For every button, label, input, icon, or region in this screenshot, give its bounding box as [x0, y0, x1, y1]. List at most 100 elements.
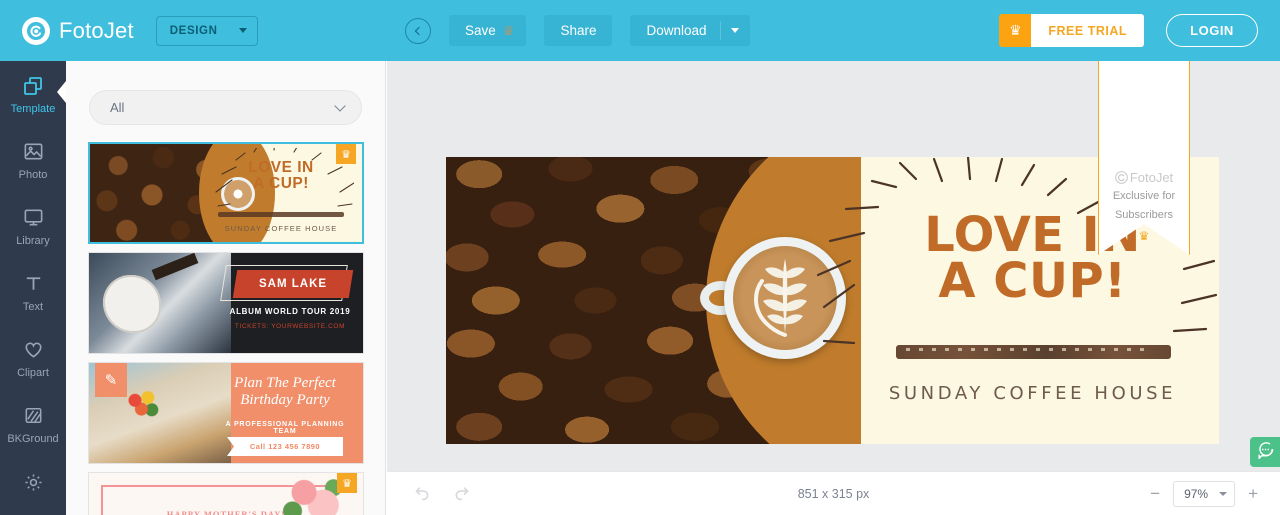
- template-panel: All LOVE IN A CUP! SUNDAY COFFEE HOUSE ♛…: [66, 61, 386, 515]
- sidebar-item-photo[interactable]: Photo: [0, 127, 66, 193]
- sidebar-item-clipart[interactable]: Clipart: [0, 325, 66, 391]
- ribbon-line1: Exclusive for: [1112, 190, 1176, 202]
- login-label: LOGIN: [1190, 23, 1234, 38]
- caret-down-icon: [1219, 491, 1228, 496]
- settings-button[interactable]: [0, 463, 66, 507]
- left-sidebar: Template Photo Library Text Clipart BKGr…: [0, 61, 66, 515]
- thumb-title: SAM LAKE: [258, 278, 328, 290]
- gear-icon: [22, 471, 45, 499]
- sidebar-item-label: Photo: [18, 168, 48, 181]
- template-thumb-sam-lake[interactable]: SAM LAKE ALBUM WORLD TOUR 2019 TICKETS: …: [88, 252, 364, 354]
- ribbon-brand: FotoJet: [1129, 170, 1174, 185]
- photo-icon: [22, 140, 45, 164]
- back-button[interactable]: [405, 17, 431, 44]
- save-label: Save: [465, 23, 496, 38]
- crown-icon: ♛: [1138, 228, 1150, 243]
- redo-button[interactable]: [453, 484, 473, 504]
- download-dropdown-button[interactable]: [721, 15, 750, 46]
- top-toolbar: FotoJet DESIGN Save ♕ Share Download ♛ F…: [0, 0, 1280, 61]
- undo-button[interactable]: [411, 484, 431, 504]
- template-thumb-birthday-party[interactable]: ✎ Plan The Perfect Birthday Party A PROF…: [88, 362, 364, 464]
- ribbon-content: FotoJet Exclusive for Subscribers ♛: [1098, 170, 1190, 243]
- template-list: LOVE IN A CUP! SUNDAY COFFEE HOUSE ♛ SAM…: [66, 142, 385, 515]
- caret-down-icon: [731, 28, 740, 33]
- thumb-title-line1: Plan The Perfect: [234, 375, 336, 391]
- exclusive-subscriber-ribbon[interactable]: FotoJet Exclusive for Subscribers ♛: [1098, 61, 1190, 258]
- free-trial-button[interactable]: ♛ FREE TRIAL: [999, 14, 1144, 47]
- sidebar-item-label: Template: [10, 102, 56, 115]
- guitar-body: [103, 275, 162, 333]
- download-label: Download: [646, 23, 707, 38]
- guitar-neck: [151, 253, 199, 281]
- fotojet-logo-icon: [22, 16, 50, 45]
- sidebar-item-label: Library: [16, 234, 50, 247]
- login-button[interactable]: LOGIN: [1166, 14, 1258, 47]
- free-trial-label: FREE TRIAL: [1031, 14, 1144, 47]
- fotojet-editor-window: FotoJet DESIGN Save ♕ Share Download ♛ F…: [0, 0, 1280, 515]
- background-icon: [22, 404, 45, 428]
- sidebar-item-template[interactable]: Template: [0, 61, 66, 127]
- history-controls: [411, 484, 473, 504]
- brush-stroke-divider: [896, 345, 1171, 359]
- canvas-subtitle[interactable]: SUNDAY COFFEE HOUSE: [846, 383, 1219, 404]
- thumb-url: TICKETS: YOURWEBSITE.COM: [234, 323, 346, 330]
- text-icon: [22, 272, 45, 296]
- thumb-title: Plan The Perfect Birthday Party: [215, 375, 355, 410]
- template-thumb-love-in-a-cup[interactable]: LOVE IN A CUP! SUNDAY COFFEE HOUSE ♛: [88, 142, 364, 244]
- chevron-left-icon: [414, 26, 424, 35]
- design-mode-label: DESIGN: [169, 24, 218, 37]
- design-mode-button[interactable]: DESIGN: [155, 15, 258, 46]
- ribbon-line2: Subscribers: [1114, 208, 1174, 221]
- brand-zone: FotoJet DESIGN: [0, 0, 388, 61]
- caret-down-icon: [238, 28, 247, 33]
- thumb-ribbon-text: Call 123 456 7890: [249, 442, 321, 451]
- premium-crown-icon: ♛: [336, 144, 356, 164]
- crown-icon: ♛: [999, 14, 1032, 47]
- thumb-title-line2: Birthday Party: [240, 392, 330, 409]
- template-category-value: All: [110, 100, 125, 115]
- share-button[interactable]: Share: [544, 15, 613, 46]
- thumb-subtitle: SUNDAY COFFEE HOUSE: [224, 224, 338, 233]
- template-icon: [21, 74, 45, 98]
- clipart-heart-icon: [22, 338, 45, 362]
- thumb-subtitle: ALBUM WORLD TOUR 2019: [229, 307, 351, 316]
- sidebar-item-label: Text: [22, 300, 44, 313]
- zoom-out-button[interactable]: −: [1150, 485, 1160, 502]
- support-chat-button[interactable]: [1250, 437, 1280, 467]
- library-icon: [22, 206, 45, 230]
- thumb-ribbon: Call 123 456 7890: [227, 437, 343, 456]
- template-category-filter[interactable]: All: [89, 90, 362, 125]
- pen-badge-icon: ✎: [95, 363, 127, 397]
- zoom-level-value: 97%: [1184, 486, 1209, 501]
- chevron-down-icon: [334, 99, 346, 112]
- brush-stroke-divider: [218, 212, 344, 217]
- crown-icon: ♕: [502, 23, 515, 38]
- zoom-in-button[interactable]: +: [1248, 485, 1258, 502]
- thumb-title: LOVE IN A CUP!: [216, 159, 346, 193]
- sidebar-item-label: Clipart: [17, 366, 49, 379]
- rose-illustration: [281, 475, 345, 515]
- title-banner: SAM LAKE: [232, 270, 354, 298]
- flower-bouquet: [123, 387, 164, 425]
- sidebar-item-label: BKGround: [7, 432, 59, 445]
- guitar-photo: [89, 253, 232, 353]
- zoom-level-select[interactable]: 97%: [1173, 480, 1236, 507]
- thumb-subtitle: A PROFESSIONAL PLANNING TEAM: [225, 421, 345, 435]
- sidebar-item-bkground[interactable]: BKGround: [0, 391, 66, 457]
- save-button[interactable]: Save ♕: [449, 15, 527, 46]
- bottom-status-bar: 851 x 315 px − 97% +: [387, 471, 1280, 515]
- thumb-title-line2: A CUP!: [253, 175, 309, 193]
- download-button-group[interactable]: Download: [630, 15, 750, 46]
- share-label: Share: [560, 23, 597, 38]
- canvas-dimensions-label: 851 x 315 px: [797, 486, 870, 501]
- template-thumb-mothers-day[interactable]: HAPPY MOTHER'S DAY! ♛: [88, 472, 364, 515]
- zoom-controls: − 97% +: [1150, 480, 1258, 507]
- editor-actions: Save ♕ Share Download: [388, 0, 750, 61]
- sidebar-item-library[interactable]: Library: [0, 193, 66, 259]
- thumb-title-line1: LOVE IN: [248, 159, 314, 176]
- canvas-headline-line2: A CUP!: [938, 252, 1127, 309]
- account-actions: ♛ FREE TRIAL LOGIN: [999, 14, 1280, 47]
- sidebar-item-text[interactable]: Text: [0, 259, 66, 325]
- chat-bubble-icon: [1256, 440, 1275, 464]
- fotojet-watermark-icon: FotoJet: [1098, 170, 1190, 185]
